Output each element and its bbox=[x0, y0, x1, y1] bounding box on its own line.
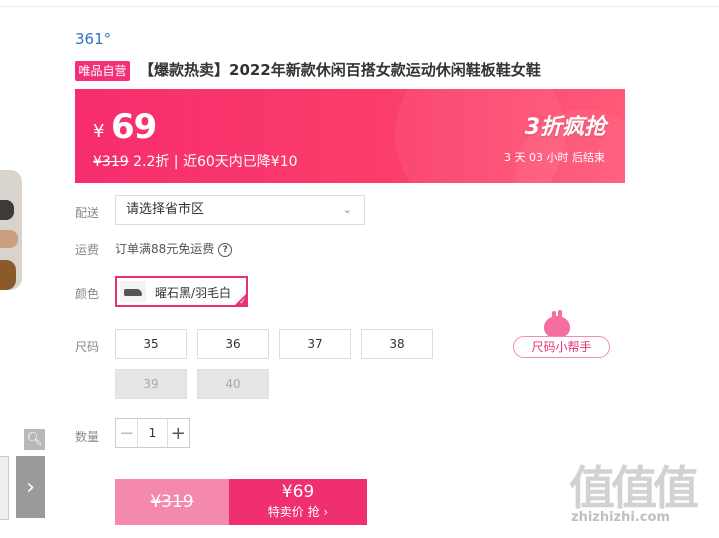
chevron-down-icon: ⌄ bbox=[342, 203, 352, 216]
freight-label: 运费 bbox=[75, 243, 100, 257]
color-option-selected[interactable]: 曜石黑/羽毛白 ✓ bbox=[115, 276, 248, 307]
region-select[interactable]: 请选择省市区 ⌄ bbox=[115, 195, 365, 225]
buy-now-button[interactable]: ¥69 特卖价 抢 › bbox=[229, 479, 367, 525]
minus-icon[interactable]: − bbox=[116, 419, 139, 447]
quantity-stepper[interactable]: − 1 + bbox=[115, 418, 190, 448]
self-operated-badge: 唯品自营 bbox=[75, 61, 130, 81]
buy-original-price: ¥319 bbox=[115, 479, 229, 525]
question-circle-icon[interactable]: ? bbox=[218, 242, 233, 257]
plus-icon[interactable]: + bbox=[166, 419, 189, 447]
size-option[interactable]: 38 bbox=[361, 329, 433, 359]
product-title: 【爆款热卖】2022年新款休闲百搭女款运动休闲鞋板鞋女鞋 bbox=[139, 61, 541, 79]
gallery-thumbnail[interactable] bbox=[0, 456, 9, 520]
freight-info: 订单满88元免运费? bbox=[115, 240, 233, 257]
currency-symbol: ¥ bbox=[93, 121, 105, 142]
countdown-timer: 3 天 03 小时 后结束 bbox=[504, 151, 605, 164]
size-option[interactable]: 37 bbox=[279, 329, 351, 359]
region-select-value: 请选择省市区 bbox=[126, 202, 205, 217]
gallery-next-button[interactable]: › bbox=[16, 456, 45, 518]
current-price: 69 bbox=[111, 107, 157, 147]
freight-text: 订单满88元免运费 bbox=[115, 242, 215, 256]
price-banner: ¥ 69 ¥319 2.2折 | 近60天内已降¥10 3折疯抢 3 天 03 … bbox=[75, 89, 625, 183]
color-swatch-image bbox=[120, 281, 146, 302]
shipping-label: 配送 bbox=[75, 206, 100, 220]
buy-action-label: 特卖价 抢 bbox=[267, 505, 320, 519]
product-main-image[interactable] bbox=[0, 70, 32, 430]
buy-button[interactable]: ¥319 ¥69 特卖价 抢 › bbox=[115, 479, 367, 525]
size-option-unavailable: 40 bbox=[197, 369, 269, 399]
buy-price: ¥69 bbox=[281, 482, 315, 502]
size-option-unavailable: 39 bbox=[115, 369, 187, 399]
zoom-icon[interactable]: 🔍︎ bbox=[24, 429, 45, 450]
quantity-value[interactable]: 1 bbox=[138, 419, 166, 447]
original-price: ¥319 bbox=[93, 154, 129, 170]
size-helper-button[interactable]: 尺码小帮手 bbox=[513, 310, 610, 360]
discount-info: 2.2折 | 近60天内已降¥10 bbox=[128, 154, 298, 170]
chevron-right-icon: › bbox=[323, 505, 329, 519]
chevron-right-icon: › bbox=[26, 474, 35, 500]
color-option-label: 曜石黑/羽毛白 bbox=[155, 286, 232, 300]
site-watermark: 值值值 zhizhizhi.com bbox=[567, 452, 719, 538]
watermark-logo: 值值值 bbox=[569, 461, 699, 515]
price-details: ¥319 2.2折 | 近60天内已降¥10 bbox=[93, 151, 298, 171]
watermark-url: zhizhizhi.com bbox=[571, 510, 670, 525]
size-option[interactable]: 36 bbox=[197, 329, 269, 359]
size-helper-label: 尺码小帮手 bbox=[513, 336, 610, 358]
quantity-label: 数量 bbox=[75, 430, 100, 444]
top-divider bbox=[0, 6, 719, 7]
size-option[interactable]: 35 bbox=[115, 329, 187, 359]
brand-name[interactable]: 361° bbox=[75, 30, 111, 48]
mascot-icon bbox=[544, 310, 570, 338]
color-label: 颜色 bbox=[75, 287, 100, 301]
size-label: 尺码 bbox=[75, 340, 100, 354]
flash-sale-label: 3折疯抢 bbox=[524, 115, 606, 140]
